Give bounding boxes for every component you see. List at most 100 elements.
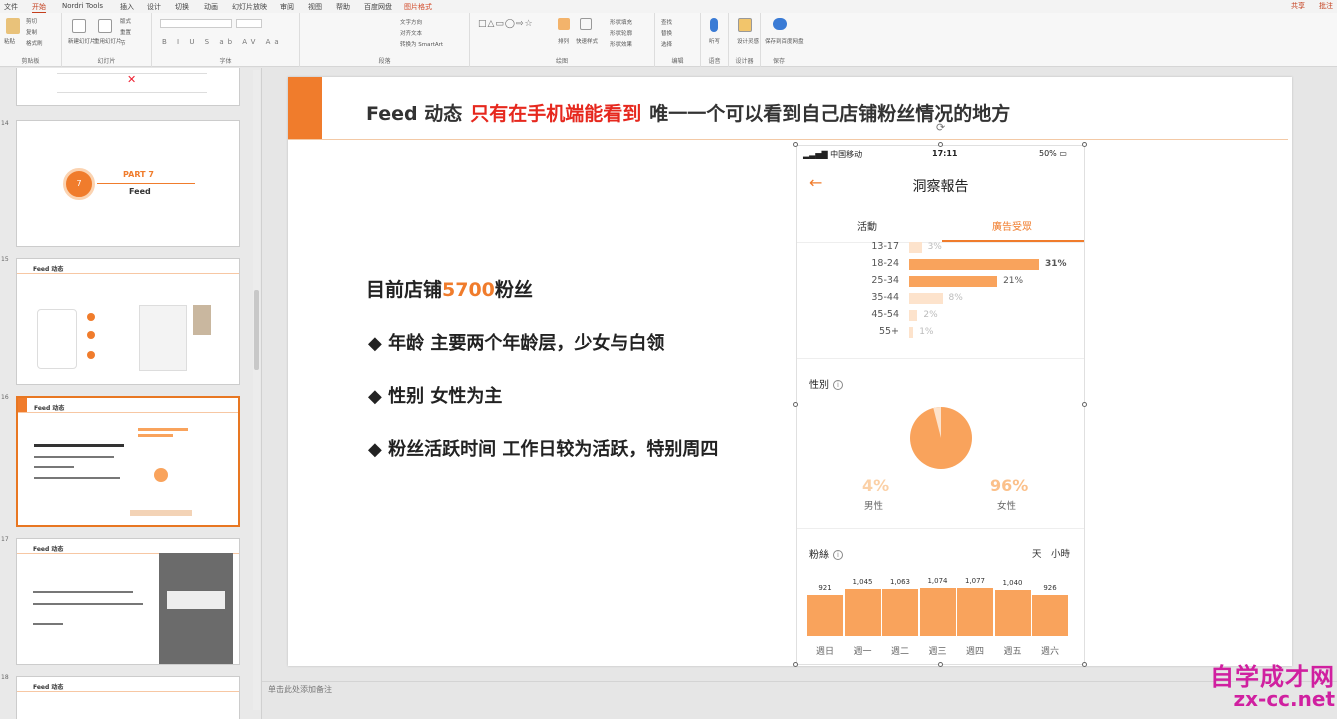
- shape-effect-button[interactable]: 形状效果: [610, 40, 632, 48]
- menu-item[interactable]: 插入: [120, 2, 134, 12]
- age-label: 45-54: [871, 309, 899, 320]
- slide-thumbnail[interactable]: Feed 动态: [16, 538, 240, 665]
- thumb-title: Feed 动态: [33, 546, 64, 553]
- menu-item[interactable]: 切换: [175, 2, 189, 12]
- reuse-slide-button[interactable]: 重用幻灯片: [94, 37, 122, 45]
- fans-bar: [994, 589, 1031, 636]
- comment-button[interactable]: 批注: [1319, 1, 1333, 11]
- resize-handle[interactable]: [938, 662, 943, 667]
- resize-handle[interactable]: [938, 142, 943, 147]
- copy-button[interactable]: 复制: [26, 28, 37, 36]
- resize-handle[interactable]: [1082, 142, 1087, 147]
- thumb-text: [34, 444, 124, 447]
- resize-handle[interactable]: [1082, 402, 1087, 407]
- bullet-gender[interactable]: ◆ 性别 女性为主: [368, 382, 502, 408]
- ribbon-group-save: 保存到百度网盘 保存: [761, 13, 804, 67]
- reset-button[interactable]: 重置: [120, 28, 131, 36]
- day-label: 週四: [965, 647, 984, 657]
- slide-thumbnail-selected[interactable]: Feed 动态: [16, 396, 240, 527]
- resize-handle[interactable]: [793, 662, 798, 667]
- format-painter-button[interactable]: 格式刷: [26, 39, 43, 47]
- resize-handle[interactable]: [793, 142, 798, 147]
- layout-button[interactable]: 版式: [120, 17, 131, 25]
- paste-icon[interactable]: [6, 18, 20, 34]
- signal-icon: ▂▃▅▇: [803, 150, 828, 159]
- find-button[interactable]: 查找: [661, 18, 672, 26]
- bullet-active-time[interactable]: ◆ 粉丝活跃时间 工作日较为活跃，特别周四: [368, 435, 718, 461]
- slide-thumbnail[interactable]: ✕: [16, 68, 240, 106]
- designer-icon[interactable]: [738, 18, 752, 32]
- part-circle: 7: [63, 168, 95, 200]
- slide-canvas[interactable]: Feed 动态 只有在手机端能看到 唯一一个可以看到自己店铺粉丝情况的地方 目前店铺…: [288, 77, 1292, 667]
- tab-audience[interactable]: 廣告受眾: [992, 218, 1032, 233]
- slide-thumbnail[interactable]: 7 PART 7 Feed: [16, 120, 240, 247]
- menu-item[interactable]: 文件: [4, 2, 18, 12]
- info-icon[interactable]: i: [833, 550, 843, 560]
- paste-button[interactable]: 粘贴: [4, 37, 15, 45]
- new-slide-button[interactable]: 新建幻灯片: [68, 37, 96, 45]
- quick-styles-icon[interactable]: [580, 18, 592, 30]
- design-ideas-button[interactable]: 设计灵感: [737, 37, 759, 45]
- menu-item[interactable]: 图片格式: [404, 2, 432, 12]
- section-button[interactable]: 节: [120, 39, 126, 47]
- dictate-button[interactable]: 听写: [709, 37, 720, 45]
- rotate-handle-icon[interactable]: ⟳: [936, 121, 945, 134]
- baidu-cloud-icon[interactable]: [773, 18, 787, 30]
- microphone-icon[interactable]: [710, 18, 718, 32]
- menu-item[interactable]: 幻灯片放映: [232, 2, 267, 12]
- thumb-photo: [193, 305, 211, 335]
- day-toggle[interactable]: 天: [1032, 546, 1042, 560]
- slide-thumbnail[interactable]: Feed 动态: [16, 676, 240, 719]
- phone-screenshot[interactable]: ▂▃▅▇ 中国移动 17:11 50% ▭ ← 洞察報告 活動 廣告受眾 13-…: [796, 145, 1085, 665]
- slide-thumbnail-panel[interactable]: ✕ 14 7 PART 7 Feed 15 Feed 动态 16 Feed 动态…: [0, 68, 262, 719]
- smartart-button[interactable]: 转换为 SmartArt: [400, 40, 443, 48]
- menu-item[interactable]: Nordri Tools: [62, 2, 103, 10]
- thumb-bar: [138, 428, 188, 431]
- align-text-button[interactable]: 对齐文本: [400, 29, 422, 37]
- menu-item[interactable]: 设计: [147, 2, 161, 12]
- notes-placeholder[interactable]: 单击此处添加备注: [268, 684, 332, 695]
- text-direction-button[interactable]: 文字方向: [400, 18, 422, 26]
- shape-fill-button[interactable]: 形状填充: [610, 18, 632, 26]
- tab-activity[interactable]: 活動: [857, 218, 877, 233]
- resize-handle[interactable]: [793, 402, 798, 407]
- cut-button[interactable]: 剪切: [26, 17, 37, 25]
- menu-item[interactable]: 视图: [308, 2, 322, 12]
- resize-handle[interactable]: [1082, 662, 1087, 667]
- new-slide-icon[interactable]: [72, 19, 86, 33]
- menu-item[interactable]: 审阅: [280, 2, 294, 12]
- save-baidu-button[interactable]: 保存到百度网盘: [765, 37, 804, 45]
- thumb-dot: [87, 351, 95, 359]
- day-label: 週一: [853, 647, 872, 657]
- menu-item[interactable]: 百度网盘: [364, 2, 392, 12]
- thumb-text: [34, 466, 74, 468]
- shape-outline-button[interactable]: 形状轮廓: [610, 29, 632, 37]
- bullet-age[interactable]: ◆ 年龄 主要两个年龄层，少女与白领: [368, 329, 664, 355]
- replace-button[interactable]: 替换: [661, 29, 672, 37]
- panel-scrollbar[interactable]: [253, 70, 260, 710]
- select-button[interactable]: 选择: [661, 40, 672, 48]
- fans-headline[interactable]: 目前店铺5700粉丝: [366, 275, 533, 302]
- menu-item[interactable]: 帮助: [336, 2, 350, 12]
- slide-thumbnail[interactable]: Feed 动态: [16, 258, 240, 385]
- quick-styles-button[interactable]: 快速样式: [576, 37, 598, 45]
- age-label: 18-24: [871, 258, 899, 269]
- arrange-button[interactable]: 排列: [558, 37, 569, 45]
- slide-title[interactable]: Feed 动态 只有在手机端能看到 唯一一个可以看到自己店铺粉丝情况的地方: [366, 99, 1010, 126]
- share-button[interactable]: 共享: [1291, 1, 1305, 11]
- reuse-slide-icon[interactable]: [98, 19, 112, 33]
- hour-toggle[interactable]: 小時: [1051, 546, 1070, 560]
- menu-item[interactable]: 开始: [32, 2, 46, 13]
- font-format-row[interactable]: B I U S ab AV Aa: [162, 38, 283, 46]
- part-divider: [97, 183, 195, 184]
- info-icon[interactable]: i: [833, 380, 843, 390]
- scrollbar-thumb[interactable]: [254, 290, 259, 370]
- font-size-box[interactable]: [236, 19, 262, 28]
- menu-item[interactable]: 动画: [204, 2, 218, 12]
- shapes-gallery[interactable]: □△▭◯⇨☆: [478, 19, 534, 29]
- font-name-box[interactable]: [160, 19, 232, 28]
- fans-title: 粉絲: [809, 550, 829, 561]
- title-divider: [288, 139, 1288, 140]
- day-label: 週日: [815, 647, 834, 657]
- arrange-icon[interactable]: [558, 18, 570, 30]
